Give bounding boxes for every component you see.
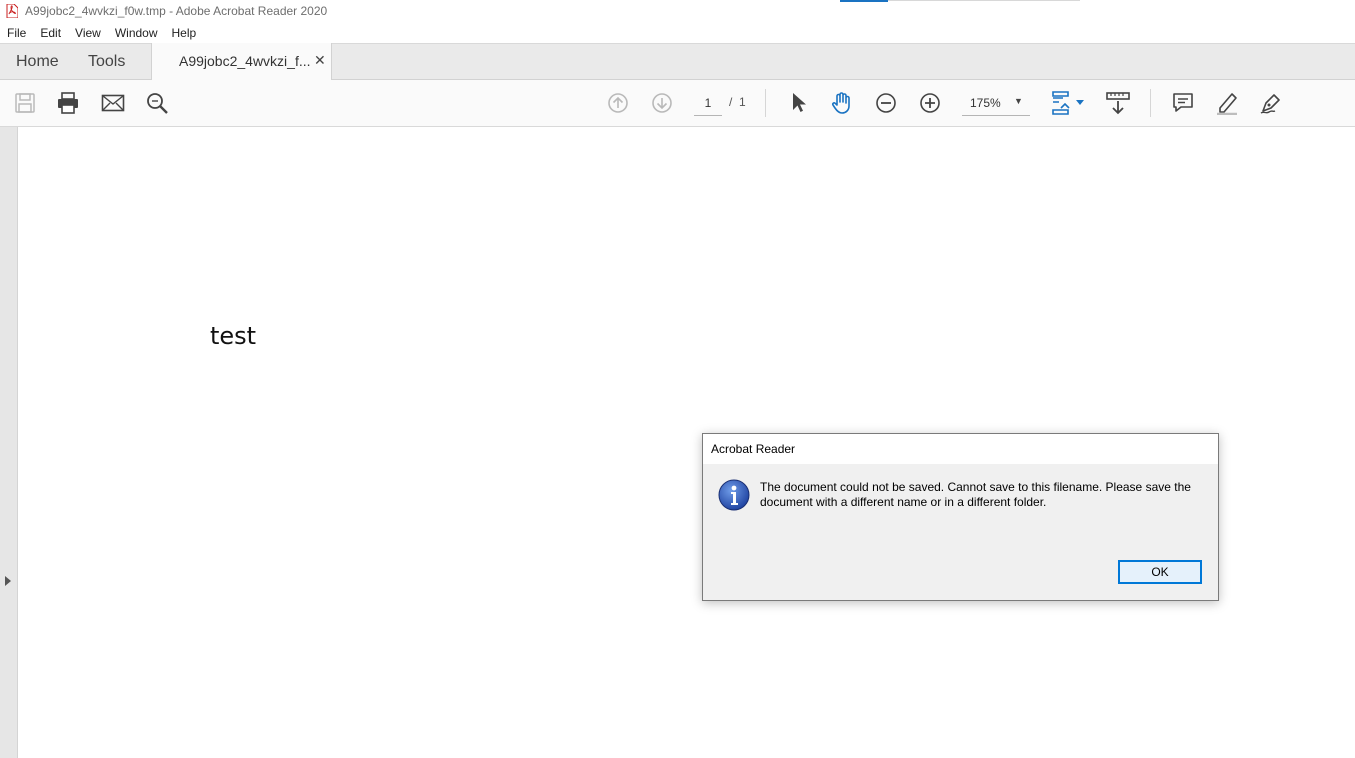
read-mode-icon[interactable] xyxy=(1106,91,1130,115)
search-icon[interactable] xyxy=(145,91,169,115)
zoom-in-icon[interactable] xyxy=(918,91,942,115)
zoom-level-value: 175% xyxy=(970,96,1001,110)
sign-icon[interactable] xyxy=(1259,91,1283,115)
page-display-icon[interactable] xyxy=(1050,91,1086,115)
page-total: 1 xyxy=(739,95,746,109)
title-bar: A99jobc2_4wvkzi_f0w.tmp - Adobe Acrobat … xyxy=(0,0,1355,22)
hand-icon[interactable] xyxy=(830,91,854,115)
scroll-down-icon[interactable] xyxy=(650,91,674,115)
tab-document-label: A99jobc2_4wvkzi_f... xyxy=(179,53,311,69)
menu-view[interactable]: View xyxy=(75,26,101,40)
expand-panel-icon[interactable] xyxy=(5,576,11,586)
comment-icon[interactable] xyxy=(1171,91,1195,115)
info-icon xyxy=(718,479,750,511)
page-separator: / xyxy=(729,95,733,109)
tab-home[interactable]: Home xyxy=(16,53,59,71)
highlight-icon[interactable] xyxy=(1215,91,1239,115)
dialog-message: The document could not be saved. Cannot … xyxy=(760,480,1191,509)
menu-bar: File Edit View Window Help xyxy=(0,22,1355,43)
ok-button[interactable]: OK xyxy=(1118,560,1202,584)
left-nav-rail xyxy=(0,127,18,758)
toolbar-divider xyxy=(1150,89,1151,117)
dialog-title: Acrobat Reader xyxy=(703,434,1218,464)
titlebar-accent xyxy=(840,0,888,2)
tab-tools[interactable]: Tools xyxy=(88,53,125,71)
document-text: test xyxy=(210,322,257,350)
close-tab-icon[interactable]: ✕ xyxy=(314,52,326,69)
pdf-file-icon xyxy=(5,4,19,18)
save-error-dialog: Acrobat Reader The document could not be… xyxy=(702,433,1219,601)
print-icon[interactable] xyxy=(56,91,80,115)
zoom-out-icon[interactable] xyxy=(874,91,898,115)
menu-file[interactable]: File xyxy=(7,26,26,40)
menu-edit[interactable]: Edit xyxy=(40,26,61,40)
chevron-down-icon: ▼ xyxy=(1014,96,1023,106)
toolbar: 1 / 1 175% ▼ xyxy=(0,80,1355,127)
save-icon[interactable] xyxy=(13,91,37,115)
tab-bar: Home Tools A99jobc2_4wvkzi_f... ✕ xyxy=(0,43,1355,81)
menu-window[interactable]: Window xyxy=(115,26,158,40)
zoom-level-select[interactable]: 175% ▼ xyxy=(962,94,1030,116)
tab-document[interactable]: A99jobc2_4wvkzi_f... ✕ xyxy=(151,43,332,81)
page-number-input[interactable]: 1 xyxy=(694,94,722,116)
menu-help[interactable]: Help xyxy=(172,26,197,40)
titlebar-line xyxy=(888,0,1080,1)
select-arrow-icon[interactable] xyxy=(786,91,810,115)
toolbar-divider xyxy=(765,89,766,117)
email-icon[interactable] xyxy=(101,91,125,115)
scroll-up-icon[interactable] xyxy=(606,91,630,115)
window-title: A99jobc2_4wvkzi_f0w.tmp - Adobe Acrobat … xyxy=(25,4,328,18)
